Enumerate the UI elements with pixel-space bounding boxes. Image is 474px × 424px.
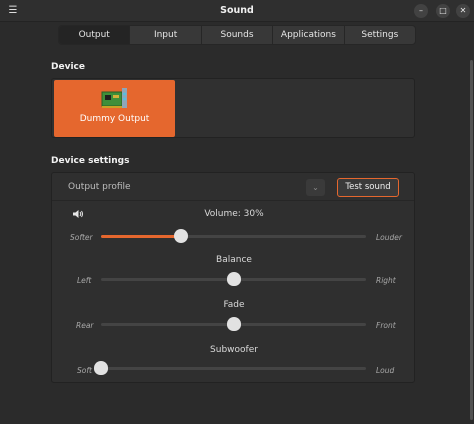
output-profile-dropdown[interactable]: ⌄ — [306, 179, 325, 196]
subwoofer-max-label: Loud — [376, 366, 395, 375]
maximize-icon[interactable]: □ — [436, 4, 450, 18]
device-label: Dummy Output — [79, 114, 150, 124]
tab-input[interactable]: Input — [130, 26, 202, 44]
volume-fill — [101, 235, 181, 238]
balance-max-label: Right — [376, 276, 396, 285]
title-bar: ☰ Sound – □ ✕ — [0, 0, 474, 22]
tab-applications[interactable]: Applications — [273, 26, 345, 44]
volume-max-label: Louder — [376, 233, 402, 242]
device-list: Dummy Output — [51, 78, 415, 138]
window-title: Sound — [220, 5, 254, 16]
fade-knob[interactable] — [226, 317, 241, 331]
tab-settings[interactable]: Settings — [345, 26, 415, 44]
output-profile-row: Output profile ⌄ Test sound — [52, 173, 414, 201]
device-settings-panel: Output profile ⌄ Test sound Volume: 30% … — [51, 172, 415, 383]
balance-slider[interactable] — [101, 272, 366, 286]
tab-sounds[interactable]: Sounds — [202, 26, 274, 44]
balance-knob[interactable] — [226, 272, 241, 286]
test-sound-button[interactable]: Test sound — [337, 178, 399, 197]
volume-slider[interactable] — [101, 229, 366, 243]
fade-max-label: Front — [376, 321, 396, 330]
output-profile-label: Output profile — [68, 182, 131, 192]
volume-title: Volume: 30% — [204, 209, 264, 219]
device-settings-title: Device settings — [51, 156, 130, 166]
scrollbar[interactable] — [470, 60, 473, 420]
minimize-icon[interactable]: – — [414, 4, 428, 18]
subwoofer-title: Subwoofer — [210, 345, 258, 355]
balance-min-label: Left — [77, 276, 92, 285]
fade-slider[interactable] — [101, 317, 366, 331]
chevron-down-icon: ⌄ — [312, 183, 319, 192]
subwoofer-min-label: Soft — [77, 366, 92, 375]
subwoofer-slider[interactable] — [94, 361, 366, 375]
device-section-title: Device — [51, 62, 85, 72]
tab-output[interactable]: Output — [59, 26, 131, 44]
fade-min-label: Rear — [76, 321, 94, 330]
device-tile-dummy-output[interactable]: Dummy Output — [54, 80, 175, 137]
tab-bar: Output Input Sounds Applications Setting… — [58, 25, 416, 45]
balance-title: Balance — [216, 255, 252, 265]
sound-card-icon — [101, 88, 127, 108]
volume-min-label: Softer — [70, 233, 93, 242]
subwoofer-knob[interactable] — [94, 361, 108, 375]
volume-knob[interactable] — [173, 229, 188, 243]
fade-title: Fade — [223, 300, 245, 310]
close-icon[interactable]: ✕ — [456, 4, 470, 18]
